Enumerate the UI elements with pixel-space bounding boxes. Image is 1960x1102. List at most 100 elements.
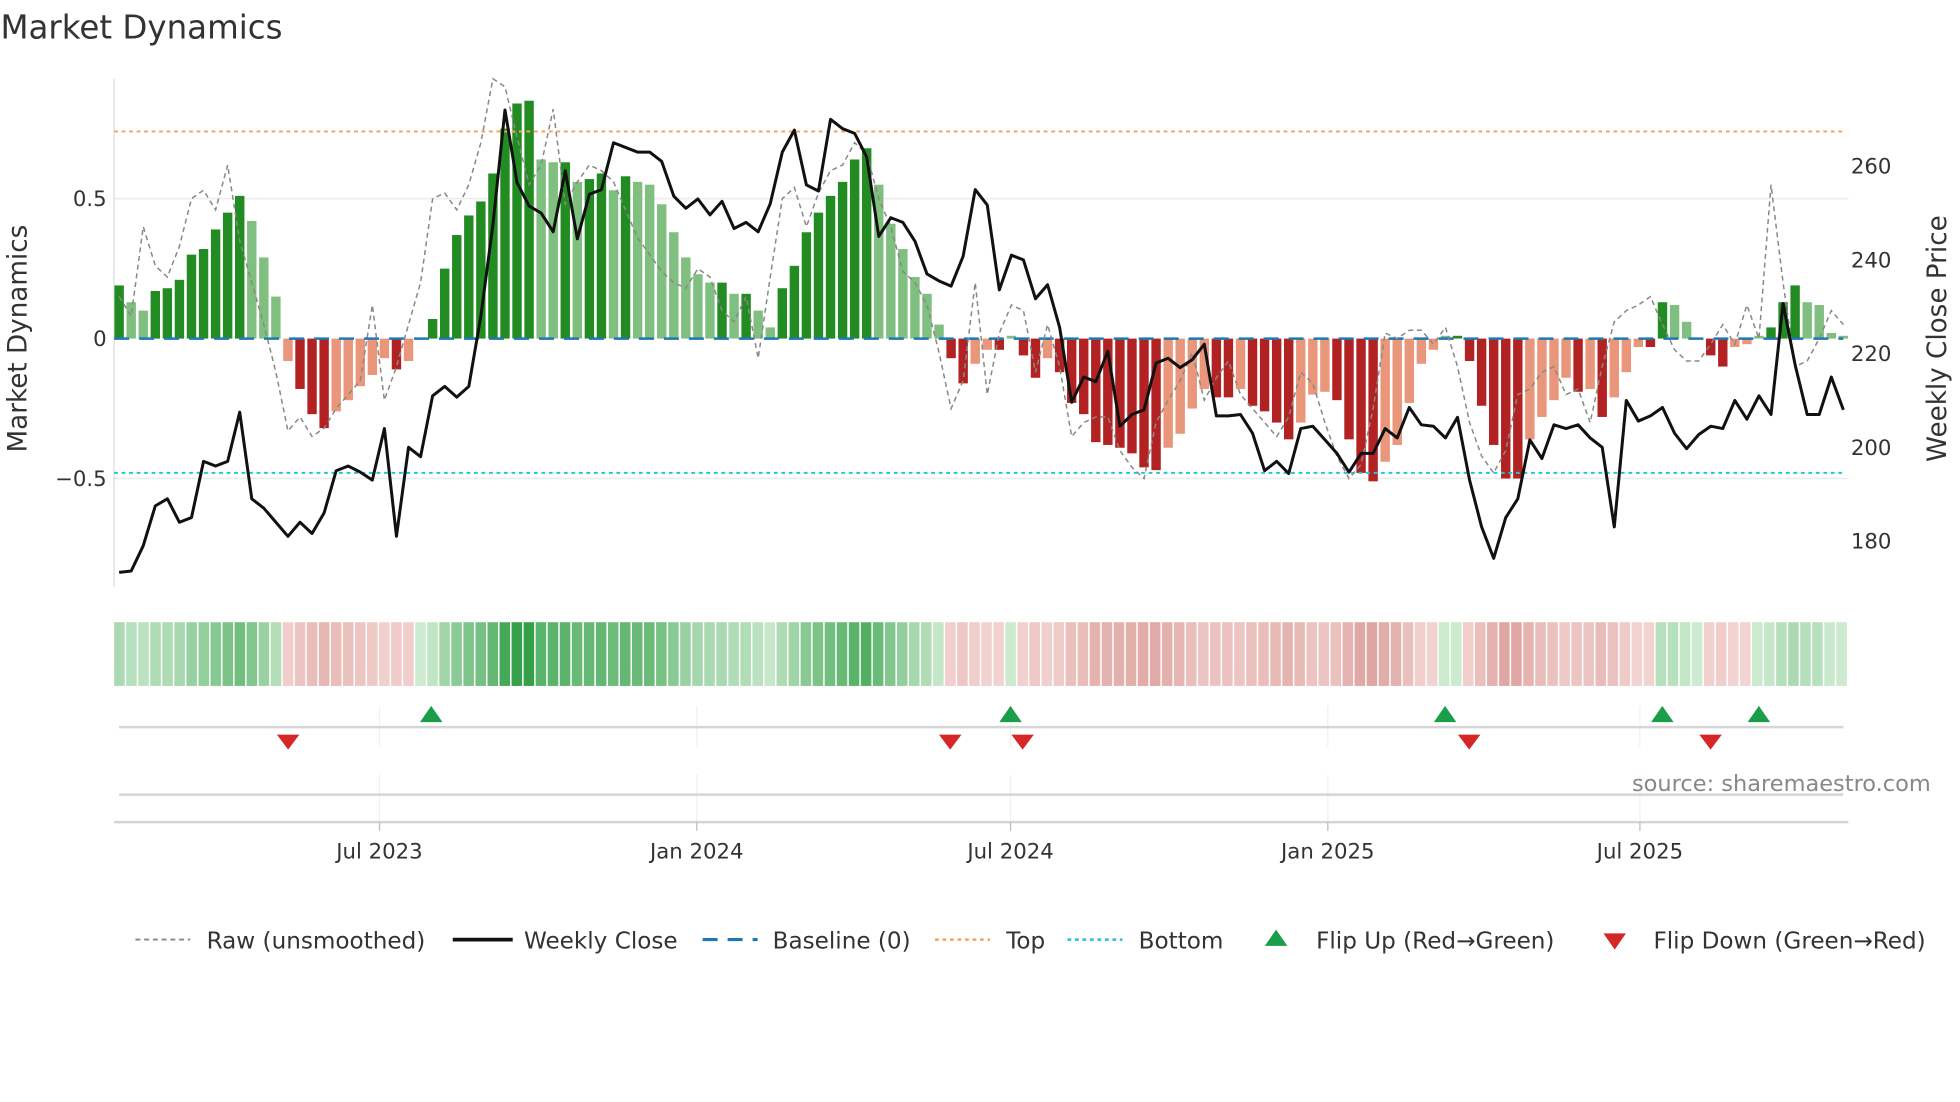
right-tick-label: 260: [1851, 155, 1892, 180]
momentum-bar: [1766, 327, 1776, 339]
heatmap-cell: [1824, 622, 1835, 686]
momentum-bar: [1621, 338, 1632, 373]
legend-baseline: Baseline (0): [702, 928, 911, 954]
heatmap-cell: [1679, 622, 1691, 686]
level-lines: [114, 130, 1844, 474]
momentum-bar: [705, 282, 715, 339]
heatmap-cell: [1535, 622, 1546, 686]
heatmap-cell: [1727, 622, 1739, 686]
heatmap-cell: [1523, 622, 1534, 686]
left-axis-label: Market Dynamics: [4, 225, 34, 453]
legend-raw-label: Raw (unsmoothed): [207, 928, 426, 954]
heatmap-cell: [1113, 622, 1125, 686]
momentum-bar: [524, 100, 534, 339]
momentum-bar: [1609, 338, 1619, 398]
heatmap-cell: [583, 622, 595, 686]
heatmap-cell: [403, 622, 414, 686]
right-axis-label: Weekly Close Price: [1923, 215, 1953, 462]
heatmap-cell: [379, 622, 390, 686]
momentum-bar: [1476, 338, 1487, 406]
momentum-bar: [910, 277, 920, 339]
heatmap-cell: [1234, 622, 1245, 686]
heatmap-cell: [921, 622, 932, 686]
heatmap-cell: [547, 622, 559, 686]
momentum-bar: [1163, 338, 1173, 448]
heatmap-cell: [1631, 622, 1643, 686]
momentum-bar: [1115, 338, 1125, 448]
momentum-bar: [439, 268, 450, 339]
heatmap-cell: [258, 622, 270, 686]
momentum-bar: [1669, 305, 1680, 339]
heatmap-cell: [1691, 622, 1703, 686]
heatmap-cell: [126, 622, 137, 686]
flip-up-marker: [419, 705, 443, 723]
momentum-bar: [222, 212, 233, 339]
momentum-bar: [572, 181, 583, 339]
heatmap-cell: [680, 622, 691, 686]
momentum-bar: [657, 204, 667, 339]
momentum-bar: [427, 319, 438, 339]
heatmap-cell: [1161, 622, 1173, 686]
momentum-bar: [608, 190, 619, 339]
market-dynamics-chart: Market Dynamics 0.50−0.5260240220200180 …: [0, 9, 1953, 955]
heatmap-cell: [246, 622, 258, 686]
heatmap-cell: [234, 622, 246, 686]
heatmap-cell: [511, 622, 523, 686]
legend-bottom: Bottom: [1067, 928, 1223, 954]
heatmap-cell: [1029, 622, 1040, 686]
left-tick-label: 0.5: [73, 187, 107, 212]
momentum-bar: [777, 288, 788, 339]
heatmap-cell: [282, 622, 294, 686]
heatmap-cell: [1800, 622, 1811, 686]
heatmap-cell: [1378, 622, 1390, 686]
momentum-bar: [1501, 338, 1511, 479]
heatmap-cell: [1583, 622, 1594, 686]
flip-down-icon: [1603, 933, 1626, 950]
heatmap-cell: [1077, 622, 1089, 686]
momentum-bar: [210, 229, 221, 339]
heatmap-cell: [270, 622, 282, 686]
momentum-bar: [669, 232, 679, 339]
heatmap-cell: [1318, 622, 1330, 686]
heatmap-cell: [114, 622, 125, 686]
flip-markers-panel: [119, 705, 1844, 823]
legend-flip-down: Flip Down (Green→Red): [1603, 928, 1926, 954]
momentum-bar: [319, 338, 329, 429]
x-tick-label: Jul 2023: [334, 839, 422, 864]
date-axis: Jul 2023 Jan 2024 Jul 2024 Jan 2025 Jul 2025: [114, 820, 1849, 864]
momentum-bar: [1271, 338, 1282, 423]
momentum-bar: [1549, 338, 1559, 401]
momentum-bar: [741, 293, 751, 339]
momentum-bar: [1127, 338, 1137, 454]
heatmap-cell: [1499, 622, 1510, 686]
momentum-bar: [1332, 338, 1342, 401]
right-tick-label: 180: [1851, 530, 1892, 555]
heatmap-cell: [812, 622, 824, 686]
heatmap-cell: [1511, 622, 1522, 686]
heatmap-cell: [656, 622, 667, 686]
momentum-bar: [235, 195, 245, 339]
heatmap-cell: [463, 622, 474, 686]
momentum-bar: [138, 310, 148, 339]
heatmap-cell: [1475, 622, 1486, 686]
heatmap-cell: [1270, 622, 1281, 686]
heatmap-cell: [1571, 622, 1582, 686]
momentum-bar: [934, 324, 944, 339]
heatmap-cell: [1306, 622, 1317, 686]
heatmap-cell: [644, 622, 655, 686]
heatmap-cell: [355, 622, 366, 686]
heatmap-cell: [535, 622, 547, 686]
heatmap-cell: [1414, 622, 1426, 686]
momentum-bar: [1597, 338, 1607, 417]
heatmap-cell: [1607, 622, 1619, 686]
momentum-bar: [1718, 338, 1728, 367]
heatmap-cell: [788, 622, 800, 686]
heatmap-cell: [1438, 622, 1450, 686]
heatmap-cell: [848, 622, 860, 686]
heatmap-cell: [1619, 622, 1631, 686]
momentum-bar: [379, 338, 390, 359]
heatmap-cell: [1764, 622, 1775, 686]
heatmap-cell: [1655, 622, 1667, 686]
x-tick-label: Jul 2024: [965, 839, 1053, 864]
heatmap-cell: [752, 622, 763, 686]
